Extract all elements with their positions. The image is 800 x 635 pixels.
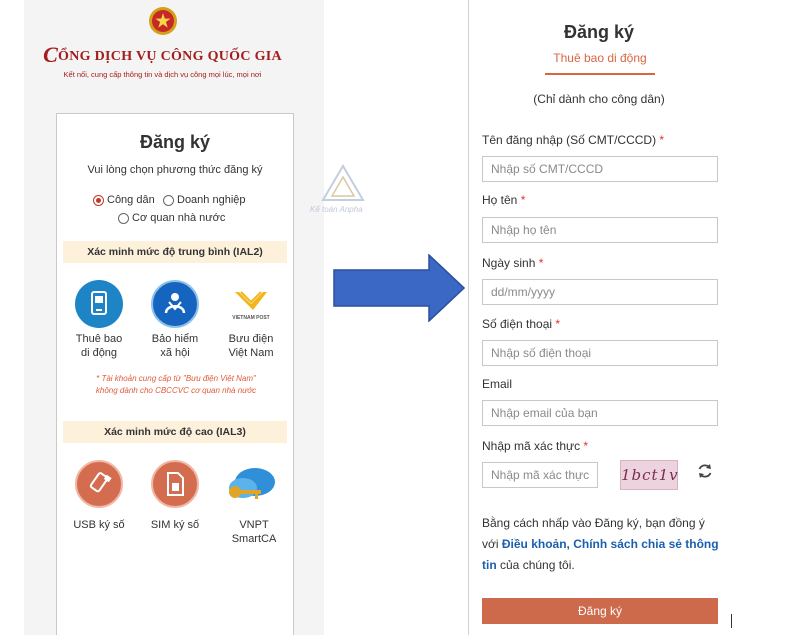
phone-label: Số điện thoại * — [482, 317, 560, 331]
form-title: Đăng ký — [563, 22, 635, 42]
email-input[interactable] — [482, 400, 718, 426]
note-line-1: * Tài khoản cung cấp từ "Bưu điện Việt N… — [96, 374, 256, 383]
required-marker: * — [538, 256, 544, 270]
required-marker: * — [520, 193, 526, 207]
fullname-label: Họ tên * — [482, 193, 525, 207]
option-mobile-label-1: Thuê bao — [75, 333, 123, 345]
required-marker: * — [659, 133, 665, 147]
option-vietnam-post[interactable]: VIETNAM POST Bưu điện Việt Nam — [215, 280, 287, 360]
option-sim-signature[interactable]: SIM ký số — [139, 460, 211, 532]
card-title: Đăng ký — [139, 132, 211, 152]
username-input[interactable] — [482, 156, 718, 182]
fullname-label-text: Họ tên — [482, 193, 518, 207]
vietnam-post-logo-icon: VIETNAM POST — [227, 280, 275, 328]
option-vnpt-smartca[interactable]: VNPT SmartCA — [215, 460, 287, 546]
birthdate-label: Ngày sinh * — [482, 256, 543, 270]
email-label: Email — [482, 377, 512, 391]
captcha-label: Nhập mã xác thực * — [482, 439, 588, 453]
option-post-label-2: Việt Nam — [228, 347, 274, 359]
vnpt-smartca-icon — [221, 460, 281, 508]
radio-government-label: Cơ quan nhà nước — [132, 212, 226, 224]
usb-token-icon — [75, 460, 123, 508]
register-button[interactable]: Đăng ký — [482, 598, 718, 624]
registration-method-card: Đăng ký Vui lòng chọn phương thức đăng k… — [56, 113, 294, 635]
card-subtitle: Vui lòng chọn phương thức đăng ký — [87, 164, 263, 176]
ial2-heading: Xác minh mức độ trung bình (IAL2) — [63, 241, 287, 263]
radio-citizen[interactable]: Công dân — [93, 194, 155, 206]
ial3-heading: Xác minh mức độ cao (IAL3) — [63, 421, 287, 443]
portal-subtitle: Kết nối, cung cấp thông tin và dịch vụ c… — [63, 70, 262, 79]
required-marker: * — [583, 439, 589, 453]
option-post-label-1: Bưu điện — [228, 333, 274, 345]
radio-citizen-indicator[interactable] — [93, 194, 104, 206]
mobile-subscriber-icon — [75, 280, 123, 328]
option-mobile-subscriber[interactable]: Thuê bao di động — [63, 280, 135, 360]
national-emblem-icon — [149, 7, 177, 35]
birthdate-label-text: Ngày sinh — [482, 256, 536, 270]
required-marker: * — [555, 317, 561, 331]
terms-suffix: của chúng tôi. — [496, 558, 575, 572]
radio-citizen-label: Công dân — [107, 194, 155, 206]
radio-government[interactable]: Cơ quan nhà nước — [118, 212, 225, 224]
radio-enterprise[interactable]: Doanh nghiệp — [163, 194, 246, 206]
phone-input[interactable] — [482, 340, 718, 366]
portal-title-text: ỔNG DỊCH VỤ CÔNG QUỐC GIA — [58, 49, 282, 64]
watermark-logo-icon — [321, 164, 365, 201]
username-label-text: Tên đăng nhập (Số CMT/CCCD) — [482, 133, 657, 147]
radio-government-indicator[interactable] — [118, 212, 129, 224]
fullname-input[interactable] — [482, 217, 718, 243]
portal-title-initial: C — [43, 42, 59, 67]
radio-enterprise-indicator[interactable] — [163, 194, 174, 206]
option-mobile-label-2: di động — [80, 347, 118, 359]
vietnam-post-note: * Tài khoản cung cấp từ "Bưu điện Việt N… — [69, 373, 283, 397]
terms-text: Bằng cách nhấp vào Đăng ký, bạn đồng ý v… — [482, 513, 722, 576]
text-cursor — [731, 614, 732, 628]
birthdate-input[interactable] — [482, 279, 718, 305]
phone-label-text: Số điện thoại — [482, 317, 553, 331]
option-usb-label: USB ký số — [73, 519, 125, 531]
captcha-image: 1bct1v — [620, 460, 678, 490]
vietnam-post-logo-text: VIETNAM POST — [232, 314, 270, 321]
option-social-insurance[interactable]: Bảo hiểm xã hội — [139, 280, 211, 360]
social-insurance-logo-icon — [151, 280, 199, 328]
tab-active-underline — [545, 73, 655, 75]
sim-card-icon — [151, 460, 199, 508]
username-label: Tên đăng nhập (Số CMT/CCCD) * — [482, 133, 664, 147]
form-note: (Chỉ dành cho công dân) — [533, 92, 665, 106]
captcha-label-text: Nhập mã xác thực — [482, 439, 581, 453]
watermark-text: Kế toán Anpha — [310, 205, 363, 214]
option-bhxh-label-2: xã hội — [160, 347, 190, 359]
note-line-2: không dành cho CBCCVC cơ quan nhà nước — [95, 386, 257, 395]
radio-enterprise-label: Doanh nghiệp — [177, 194, 246, 206]
right-arrow-icon — [333, 254, 465, 322]
option-bhxh-label-1: Bảo hiểm — [151, 333, 199, 345]
refresh-captcha-icon[interactable] — [696, 462, 714, 480]
captcha-input[interactable] — [482, 462, 598, 488]
email-label-text: Email — [482, 377, 513, 391]
option-usb-token[interactable]: USB ký số — [63, 460, 135, 532]
option-smartca-label: VNPT SmartCA — [231, 519, 277, 545]
option-sim-label: SIM ký số — [150, 519, 200, 531]
portal-title: CỔNG DỊCH VỤ CÔNG QUỐC GIA — [0, 42, 325, 68]
tab-mobile-subscriber[interactable]: Thuê bao di động — [545, 51, 655, 71]
